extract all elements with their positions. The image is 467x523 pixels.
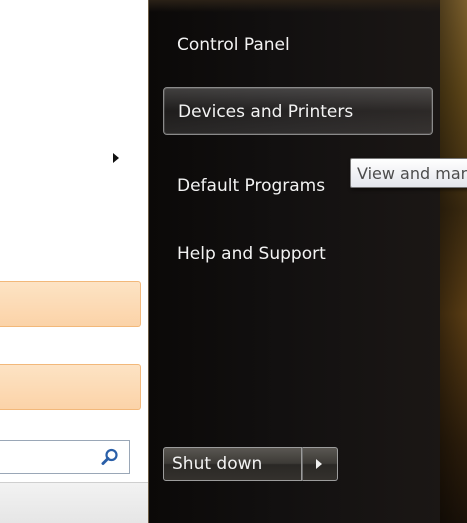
search-input[interactable] — [0, 440, 130, 474]
start-menu-right-pane: Control Panel Devices and Printers Defau… — [149, 0, 440, 523]
tooltip: View and manage devices, printers, and p… — [350, 158, 467, 188]
search-icon[interactable] — [101, 448, 119, 466]
chevron-right-icon[interactable] — [113, 153, 119, 163]
menu-item-control-panel[interactable]: Control Panel — [163, 21, 433, 69]
chevron-right-icon — [316, 459, 322, 469]
shutdown-group: Shut down — [163, 447, 338, 481]
start-menu-left-pane — [0, 0, 149, 523]
shutdown-button[interactable]: Shut down — [163, 447, 302, 481]
pinned-program-item[interactable] — [0, 364, 141, 410]
desktop-wallpaper — [440, 0, 467, 523]
menu-item-devices-and-printers[interactable]: Devices and Printers — [163, 87, 433, 135]
menu-item-help-and-support[interactable]: Help and Support — [163, 230, 433, 278]
pinned-program-item[interactable] — [0, 281, 141, 327]
start-menu-screen: Control Panel Devices and Printers Defau… — [0, 0, 467, 523]
shutdown-options-button[interactable] — [302, 447, 338, 481]
